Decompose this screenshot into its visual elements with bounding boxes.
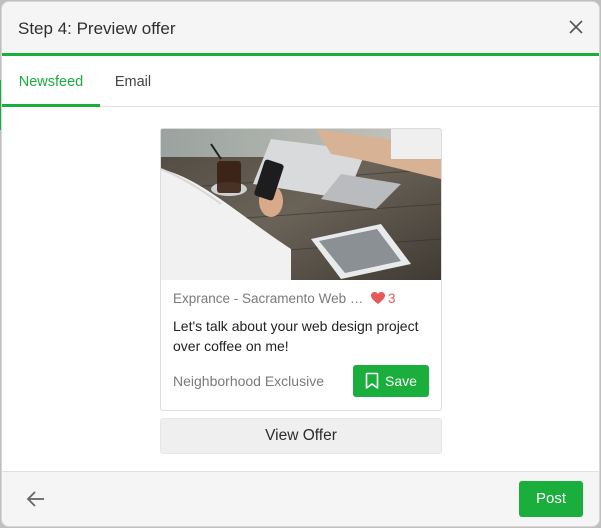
preview-content: Exprance - Sacramento Web Design 3 Let's… [2,108,599,473]
tab-email[interactable]: Email [100,57,166,107]
close-button[interactable] [565,16,587,38]
modal-footer: Post [2,471,599,526]
view-offer-button[interactable]: View Offer [160,418,442,454]
preview-offer-modal: Step 4: Preview offer Newsfeed Email Exp… [1,1,600,527]
offer-image [161,129,441,280]
offer-headline: Let's talk about your web design project… [173,318,419,354]
offer-exclusivity-label: Neighborhood Exclusive [173,373,324,389]
modal-title: Step 4: Preview offer [18,19,176,38]
close-icon [569,20,583,34]
save-button[interactable]: Save [353,365,429,397]
tab-bar: Newsfeed Email [2,57,599,107]
offer-meta: Exprance - Sacramento Web Design 3 [173,291,429,309]
likes[interactable]: 3 [371,291,396,306]
back-button[interactable] [24,487,48,511]
offer-card: Exprance - Sacramento Web Design 3 Let's… [160,128,442,411]
save-label: Save [385,373,417,389]
likes-count: 3 [388,291,396,306]
modal-header: Step 4: Preview offer [2,2,599,56]
post-button[interactable]: Post [519,481,583,517]
arrow-left-icon [26,491,44,507]
business-name[interactable]: Exprance - Sacramento Web Design [173,291,369,306]
tab-newsfeed[interactable]: Newsfeed [2,57,100,107]
heart-icon [371,292,385,304]
bookmark-icon [365,372,379,389]
